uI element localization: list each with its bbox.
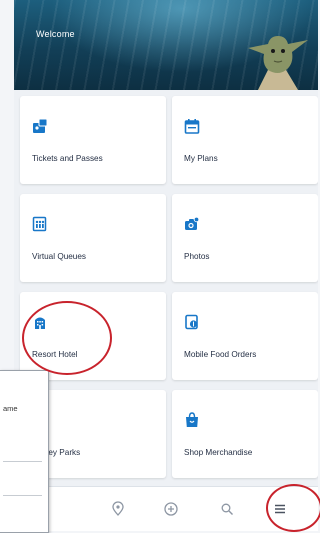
divider [3,461,42,462]
tile-resort-hotel[interactable]: Resort Hotel [20,292,166,380]
overlay-panel: ame [0,370,49,533]
tile-label: Virtual Queues [32,252,87,261]
tile-label: Mobile Food Orders [184,350,257,359]
welcome-banner: Welcome [14,0,318,90]
tile-label: Shop Merchandise [184,448,253,457]
shopping-bag-icon [186,412,198,427]
search-icon[interactable] [219,501,235,517]
bottom-tab-bar [14,486,318,531]
overlay-partial-text: ame [3,404,18,413]
hotel-icon [35,317,45,329]
tile-label: Tickets and Passes [32,154,103,163]
tile-label: Photos [184,252,210,261]
tile-photos[interactable]: Photos [172,194,318,282]
yoda-character-image [248,36,308,90]
tile-label: My Plans [184,154,218,163]
photos-icon [185,216,200,230]
welcome-text: Welcome [36,29,75,39]
tile-tickets-and-passes[interactable]: Tickets and Passes [20,96,166,184]
tile-my-plans[interactable]: My Plans [172,96,318,184]
virtual-queue-icon [32,216,47,232]
app-screen: Welcome Tickets and Passes My Plans Virt… [14,0,318,531]
calendar-icon [184,119,200,134]
menu-icon[interactable] [272,501,288,517]
tile-label: Resort Hotel [32,350,78,359]
tile-mobile-food-orders[interactable]: Mobile Food Orders [172,292,318,380]
map-pin-icon[interactable] [110,501,126,517]
tile-shop-merchandise[interactable]: Shop Merchandise [172,390,318,478]
ticket-icon [33,118,48,133]
divider [3,495,42,496]
mobile-order-icon [185,314,198,330]
tile-virtual-queues[interactable]: Virtual Queues [20,194,166,282]
add-icon[interactable] [163,501,179,517]
